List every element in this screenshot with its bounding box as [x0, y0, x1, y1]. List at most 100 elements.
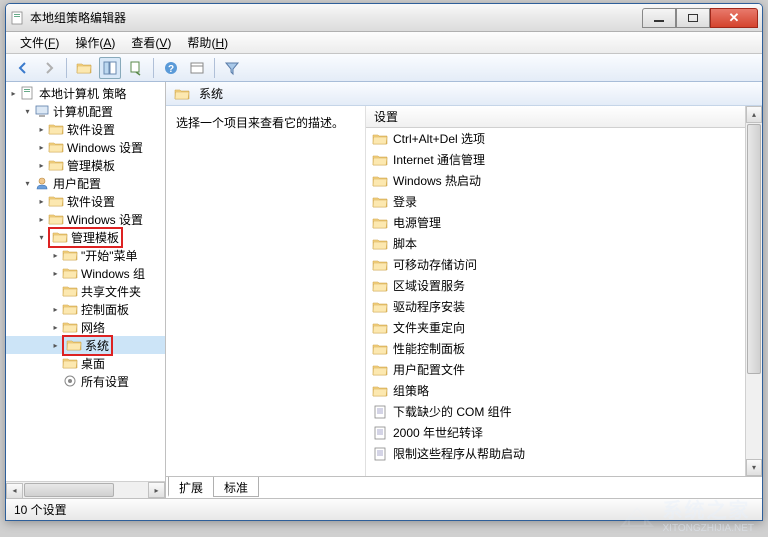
tree-row[interactable]: ▸Windows 组 [6, 264, 165, 282]
list-item-label: Ctrl+Alt+Del 选项 [393, 130, 485, 147]
folder-icon [48, 122, 64, 136]
tab-extended[interactable]: 扩展 [168, 477, 214, 497]
scroll-thumb[interactable] [747, 124, 761, 374]
list-items[interactable]: Ctrl+Alt+Del 选项 Internet 通信管理 Windows 热启动登… [366, 128, 762, 468]
tree-toggle-icon[interactable] [50, 358, 61, 369]
tree-hscrollbar[interactable]: ◂ ▸ [6, 481, 165, 498]
statusbar: 10 个设置 [6, 498, 762, 520]
titlebar[interactable]: 本地组策略编辑器 ✕ [6, 4, 762, 32]
filter-button[interactable] [221, 57, 243, 79]
tree-toggle-icon[interactable]: ▸ [50, 304, 61, 315]
list-vscrollbar[interactable]: ▴ ▾ [745, 106, 762, 476]
tree-toggle-icon[interactable] [50, 376, 61, 387]
list-item[interactable]: 可移动存储访问 [366, 254, 762, 275]
tab-standard[interactable]: 标准 [213, 477, 259, 497]
tree-toggle-icon[interactable]: ▸ [36, 124, 47, 135]
forward-button[interactable] [38, 57, 60, 79]
list-item-label: Internet 通信管理 [393, 151, 485, 168]
list-item[interactable]: 2000 年世纪转译 [366, 422, 762, 443]
tree-row[interactable]: ▸软件设置 [6, 120, 165, 138]
minimize-button[interactable] [642, 8, 676, 28]
tree-toggle-icon[interactable]: ▸ [50, 322, 61, 333]
tree-row[interactable]: 共享文件夹 [6, 282, 165, 300]
list-item[interactable]: 用户配置文件 [366, 359, 762, 380]
folder-icon [48, 158, 64, 172]
tree-label: 共享文件夹 [81, 283, 141, 300]
folder-icon [372, 132, 388, 146]
tree-toggle-icon[interactable]: ▸ [8, 88, 19, 99]
list-item-label: 限制这些程序从帮助启动 [393, 445, 525, 462]
tree-row[interactable]: ▸Windows 设置 [6, 210, 165, 228]
list-item[interactable]: 文件夹重定向 [366, 317, 762, 338]
tree-row[interactable]: ▸"开始"菜单 [6, 246, 165, 264]
folder-icon [48, 194, 64, 208]
tree-toggle-icon[interactable]: ▾ [36, 232, 47, 243]
scroll-thumb[interactable] [24, 483, 114, 497]
tree-row[interactable]: ▸本地计算机 策略 [6, 84, 165, 102]
root-icon [20, 86, 36, 100]
tree-row[interactable]: ▾计算机配置 [6, 102, 165, 120]
list-item[interactable]: 性能控制面板 [366, 338, 762, 359]
tree-toggle-icon[interactable]: ▸ [36, 142, 47, 153]
help-button[interactable]: ? [160, 57, 182, 79]
list-item[interactable]: 登录 [366, 191, 762, 212]
list-column-header[interactable]: 设置 [366, 106, 762, 128]
list-item[interactable]: 限制这些程序从帮助启动 [366, 443, 762, 464]
tree-row[interactable]: ▾用户配置 [6, 174, 165, 192]
list-item[interactable]: Windows 热启动 [366, 170, 762, 191]
scroll-up-button[interactable]: ▴ [746, 106, 762, 123]
menu-action[interactable]: 操作(A) [67, 32, 123, 53]
tree-toggle-icon[interactable]: ▸ [36, 196, 47, 207]
list-item[interactable]: Internet 通信管理 [366, 149, 762, 170]
folder-icon [372, 321, 388, 335]
export-button[interactable] [125, 57, 147, 79]
folder-icon [62, 302, 78, 316]
tree-row[interactable]: ▸管理模板 [6, 156, 165, 174]
tree-toggle-icon[interactable]: ▸ [50, 268, 61, 279]
tree[interactable]: ▸本地计算机 策略▾计算机配置▸软件设置▸Windows 设置▸管理模板▾用户配… [6, 82, 165, 392]
menu-file[interactable]: 文件(F) [12, 32, 67, 53]
back-button[interactable] [12, 57, 34, 79]
folder-icon [372, 237, 388, 251]
tree-row[interactable]: ▸软件设置 [6, 192, 165, 210]
main-body: 选择一个项目来查看它的描述。 设置 Ctrl+Alt+Del 选项Interne… [166, 106, 762, 476]
tree-toggle-icon[interactable]: ▾ [22, 178, 33, 189]
tree-row[interactable]: ▾管理模板 [6, 228, 165, 246]
watermark-url: XITONGZHIJIA.NET [663, 523, 755, 534]
close-button[interactable]: ✕ [710, 8, 758, 28]
list-item[interactable]: 脚本 [366, 233, 762, 254]
list-item[interactable]: 区域设置服务 [366, 275, 762, 296]
list-item[interactable]: Ctrl+Alt+Del 选项 [366, 128, 762, 149]
main-header-label: 系统 [199, 85, 223, 102]
tree-toggle-icon[interactable] [50, 286, 61, 297]
folder-icon [48, 212, 64, 226]
tree-row[interactable]: 桌面 [6, 354, 165, 372]
tree-toggle-icon[interactable]: ▸ [50, 340, 61, 351]
tree-row[interactable]: ▸系统 [6, 336, 165, 354]
scroll-right-button[interactable]: ▸ [148, 482, 165, 498]
menu-help[interactable]: 帮助(H) [179, 32, 236, 53]
tree-toggle-icon[interactable]: ▾ [22, 106, 33, 117]
tree-toggle-icon[interactable]: ▸ [36, 214, 47, 225]
main-panel: 系统 选择一个项目来查看它的描述。 设置 Ctrl+Alt+Del 选项Inte… [166, 82, 762, 498]
tree-row[interactable]: ▸控制面板 [6, 300, 165, 318]
list-item[interactable]: 驱动程序安装 [366, 296, 762, 317]
scroll-down-button[interactable]: ▾ [746, 459, 762, 476]
list-item[interactable]: 电源管理 [366, 212, 762, 233]
tree-row[interactable]: 所有设置 [6, 372, 165, 390]
folder-icon [174, 87, 190, 101]
list-item[interactable]: 组策略 [366, 380, 762, 401]
tree-toggle-icon[interactable]: ▸ [36, 160, 47, 171]
tree-label: 所有设置 [81, 373, 129, 390]
tree-row[interactable]: ▸网络 [6, 318, 165, 336]
maximize-button[interactable] [676, 8, 710, 28]
up-button[interactable] [73, 57, 95, 79]
toolbar: ? [6, 54, 762, 82]
properties-button[interactable] [186, 57, 208, 79]
tree-toggle-icon[interactable]: ▸ [50, 250, 61, 261]
list-item[interactable]: 下载缺少的 COM 组件 [366, 401, 762, 422]
menu-view[interactable]: 查看(V) [123, 32, 179, 53]
scroll-left-button[interactable]: ◂ [6, 483, 23, 499]
tree-row[interactable]: ▸Windows 设置 [6, 138, 165, 156]
show-tree-button[interactable] [99, 57, 121, 79]
